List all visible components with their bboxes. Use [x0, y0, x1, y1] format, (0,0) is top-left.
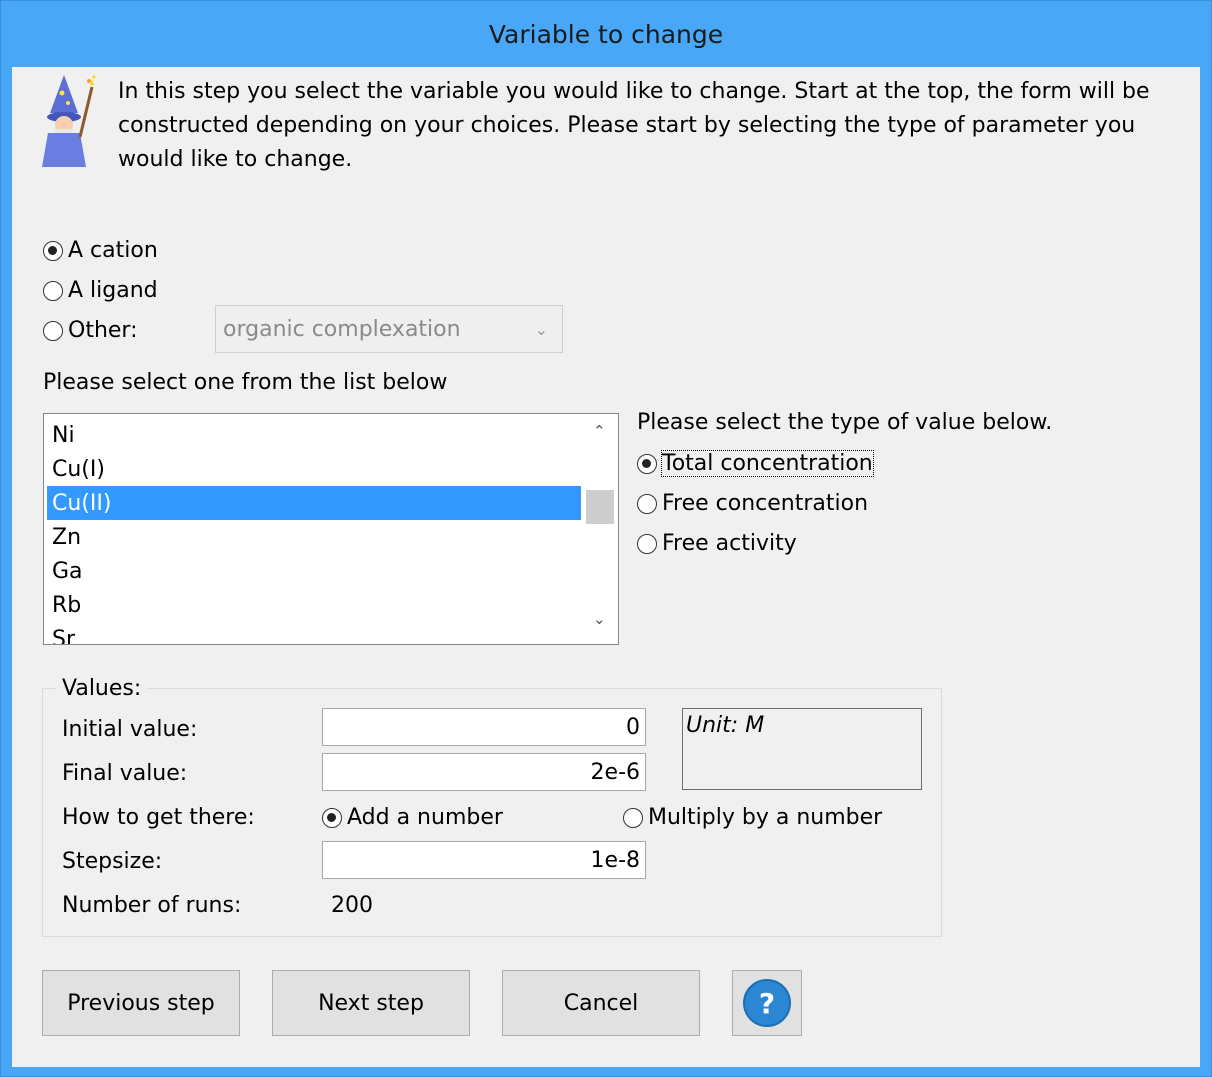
radio-free-activity-label: Free activity [662, 531, 797, 556]
wizard-icon [34, 73, 96, 169]
radio-ligand-label: A ligand [68, 278, 158, 303]
list-item[interactable]: Zn [47, 520, 581, 554]
final-value-text: 2e-6 [590, 759, 640, 785]
dialog-window: Variable to change In this step you sele… [0, 0, 1212, 1077]
list-item-selected[interactable]: Cu(II) [47, 486, 581, 520]
other-type-select-value: organic complexation [223, 316, 461, 342]
other-type-select[interactable]: organic complexation ⌄ [215, 305, 563, 353]
list-item[interactable]: Cu(I) [47, 452, 581, 486]
radio-free-activity[interactable]: Free activity [637, 531, 797, 556]
value-type-prompt: Please select the type of value below. [637, 410, 1053, 435]
radio-cation[interactable]: A cation [43, 238, 158, 263]
help-button[interactable]: ? [732, 970, 802, 1036]
unit-box: Unit: M [682, 708, 922, 790]
radio-other[interactable]: Other: [43, 318, 138, 343]
list-prompt: Please select one from the list below [43, 370, 448, 395]
how-label: How to get there: [62, 805, 255, 830]
list-item[interactable]: Ga [47, 554, 581, 588]
radio-free-conc-label: Free concentration [662, 491, 869, 516]
radio-cation-label: A cation [68, 238, 158, 263]
radio-multiply-indicator[interactable] [623, 807, 643, 828]
radio-cation-indicator[interactable] [43, 240, 63, 261]
chevron-down-icon[interactable]: ⌄ [593, 610, 606, 628]
list-item[interactable]: Rb [47, 588, 581, 622]
radio-add-label: Add a number [347, 805, 503, 830]
runs-value: 200 [331, 893, 373, 918]
list-scrollbar[interactable]: ⌃ ⌄ [582, 414, 618, 644]
radio-free-concentration[interactable]: Free concentration [637, 491, 868, 516]
list-item-label: Cu(I) [52, 456, 105, 482]
list-item-label: Zn [52, 524, 82, 550]
stepsize-field[interactable]: 1e-8 [322, 841, 646, 879]
runs-label: Number of runs: [62, 893, 242, 918]
list-item[interactable]: Ni [47, 418, 581, 452]
help-icon: ? [743, 979, 791, 1027]
radio-free-activity-indicator[interactable] [637, 533, 657, 554]
final-value-label: Final value: [62, 761, 188, 786]
radio-free-conc-indicator[interactable] [637, 493, 657, 514]
list-item[interactable]: Sr [47, 622, 581, 645]
radio-multiply-number[interactable]: Multiply by a number [623, 805, 882, 830]
radio-other-indicator[interactable] [43, 320, 63, 341]
radio-total-label: Total concentration [661, 450, 874, 477]
scroll-thumb[interactable] [586, 490, 614, 524]
list-item-label: Ni [52, 422, 75, 448]
final-value-field[interactable]: 2e-6 [322, 753, 646, 791]
list-item-label: Sr [52, 626, 76, 645]
radio-total-indicator[interactable] [637, 453, 657, 474]
previous-step-button[interactable]: Previous step [42, 970, 240, 1036]
radio-multiply-label: Multiply by a number [648, 805, 883, 830]
title-bar[interactable]: Variable to change [1, 1, 1211, 67]
initial-value-text: 0 [626, 714, 640, 740]
radio-ligand-indicator[interactable] [43, 280, 63, 301]
next-step-button[interactable]: Next step [272, 970, 470, 1036]
list-item-label: Cu(II) [52, 490, 112, 516]
unit-text: Unit: M [686, 713, 765, 738]
radio-total-concentration[interactable]: Total concentration [637, 450, 874, 477]
dialog-client-area: In this step you select the variable you… [12, 67, 1200, 1067]
radio-add-number[interactable]: Add a number [322, 805, 503, 830]
cancel-button[interactable]: Cancel [502, 970, 700, 1036]
radio-other-label: Other: [68, 318, 138, 343]
radio-ligand[interactable]: A ligand [43, 278, 158, 303]
stepsize-label: Stepsize: [62, 849, 163, 874]
window-title: Variable to change [488, 19, 724, 49]
list-item-label: Ga [52, 558, 83, 584]
radio-add-indicator[interactable] [322, 807, 342, 828]
values-group-title: Values: [56, 676, 148, 701]
initial-value-label: Initial value: [62, 717, 198, 742]
stepsize-text: 1e-8 [590, 847, 640, 873]
chevron-up-icon[interactable]: ⌃ [593, 422, 606, 440]
initial-value-field[interactable]: 0 [322, 708, 646, 746]
species-listbox[interactable]: Ni Cu(I) Cu(II) Zn Ga Rb Sr ⌃ ⌄ [43, 413, 619, 645]
list-item-label: Rb [52, 592, 82, 618]
intro-text: In this step you select the variable you… [118, 79, 1150, 172]
chevron-down-icon: ⌄ [534, 320, 548, 339]
